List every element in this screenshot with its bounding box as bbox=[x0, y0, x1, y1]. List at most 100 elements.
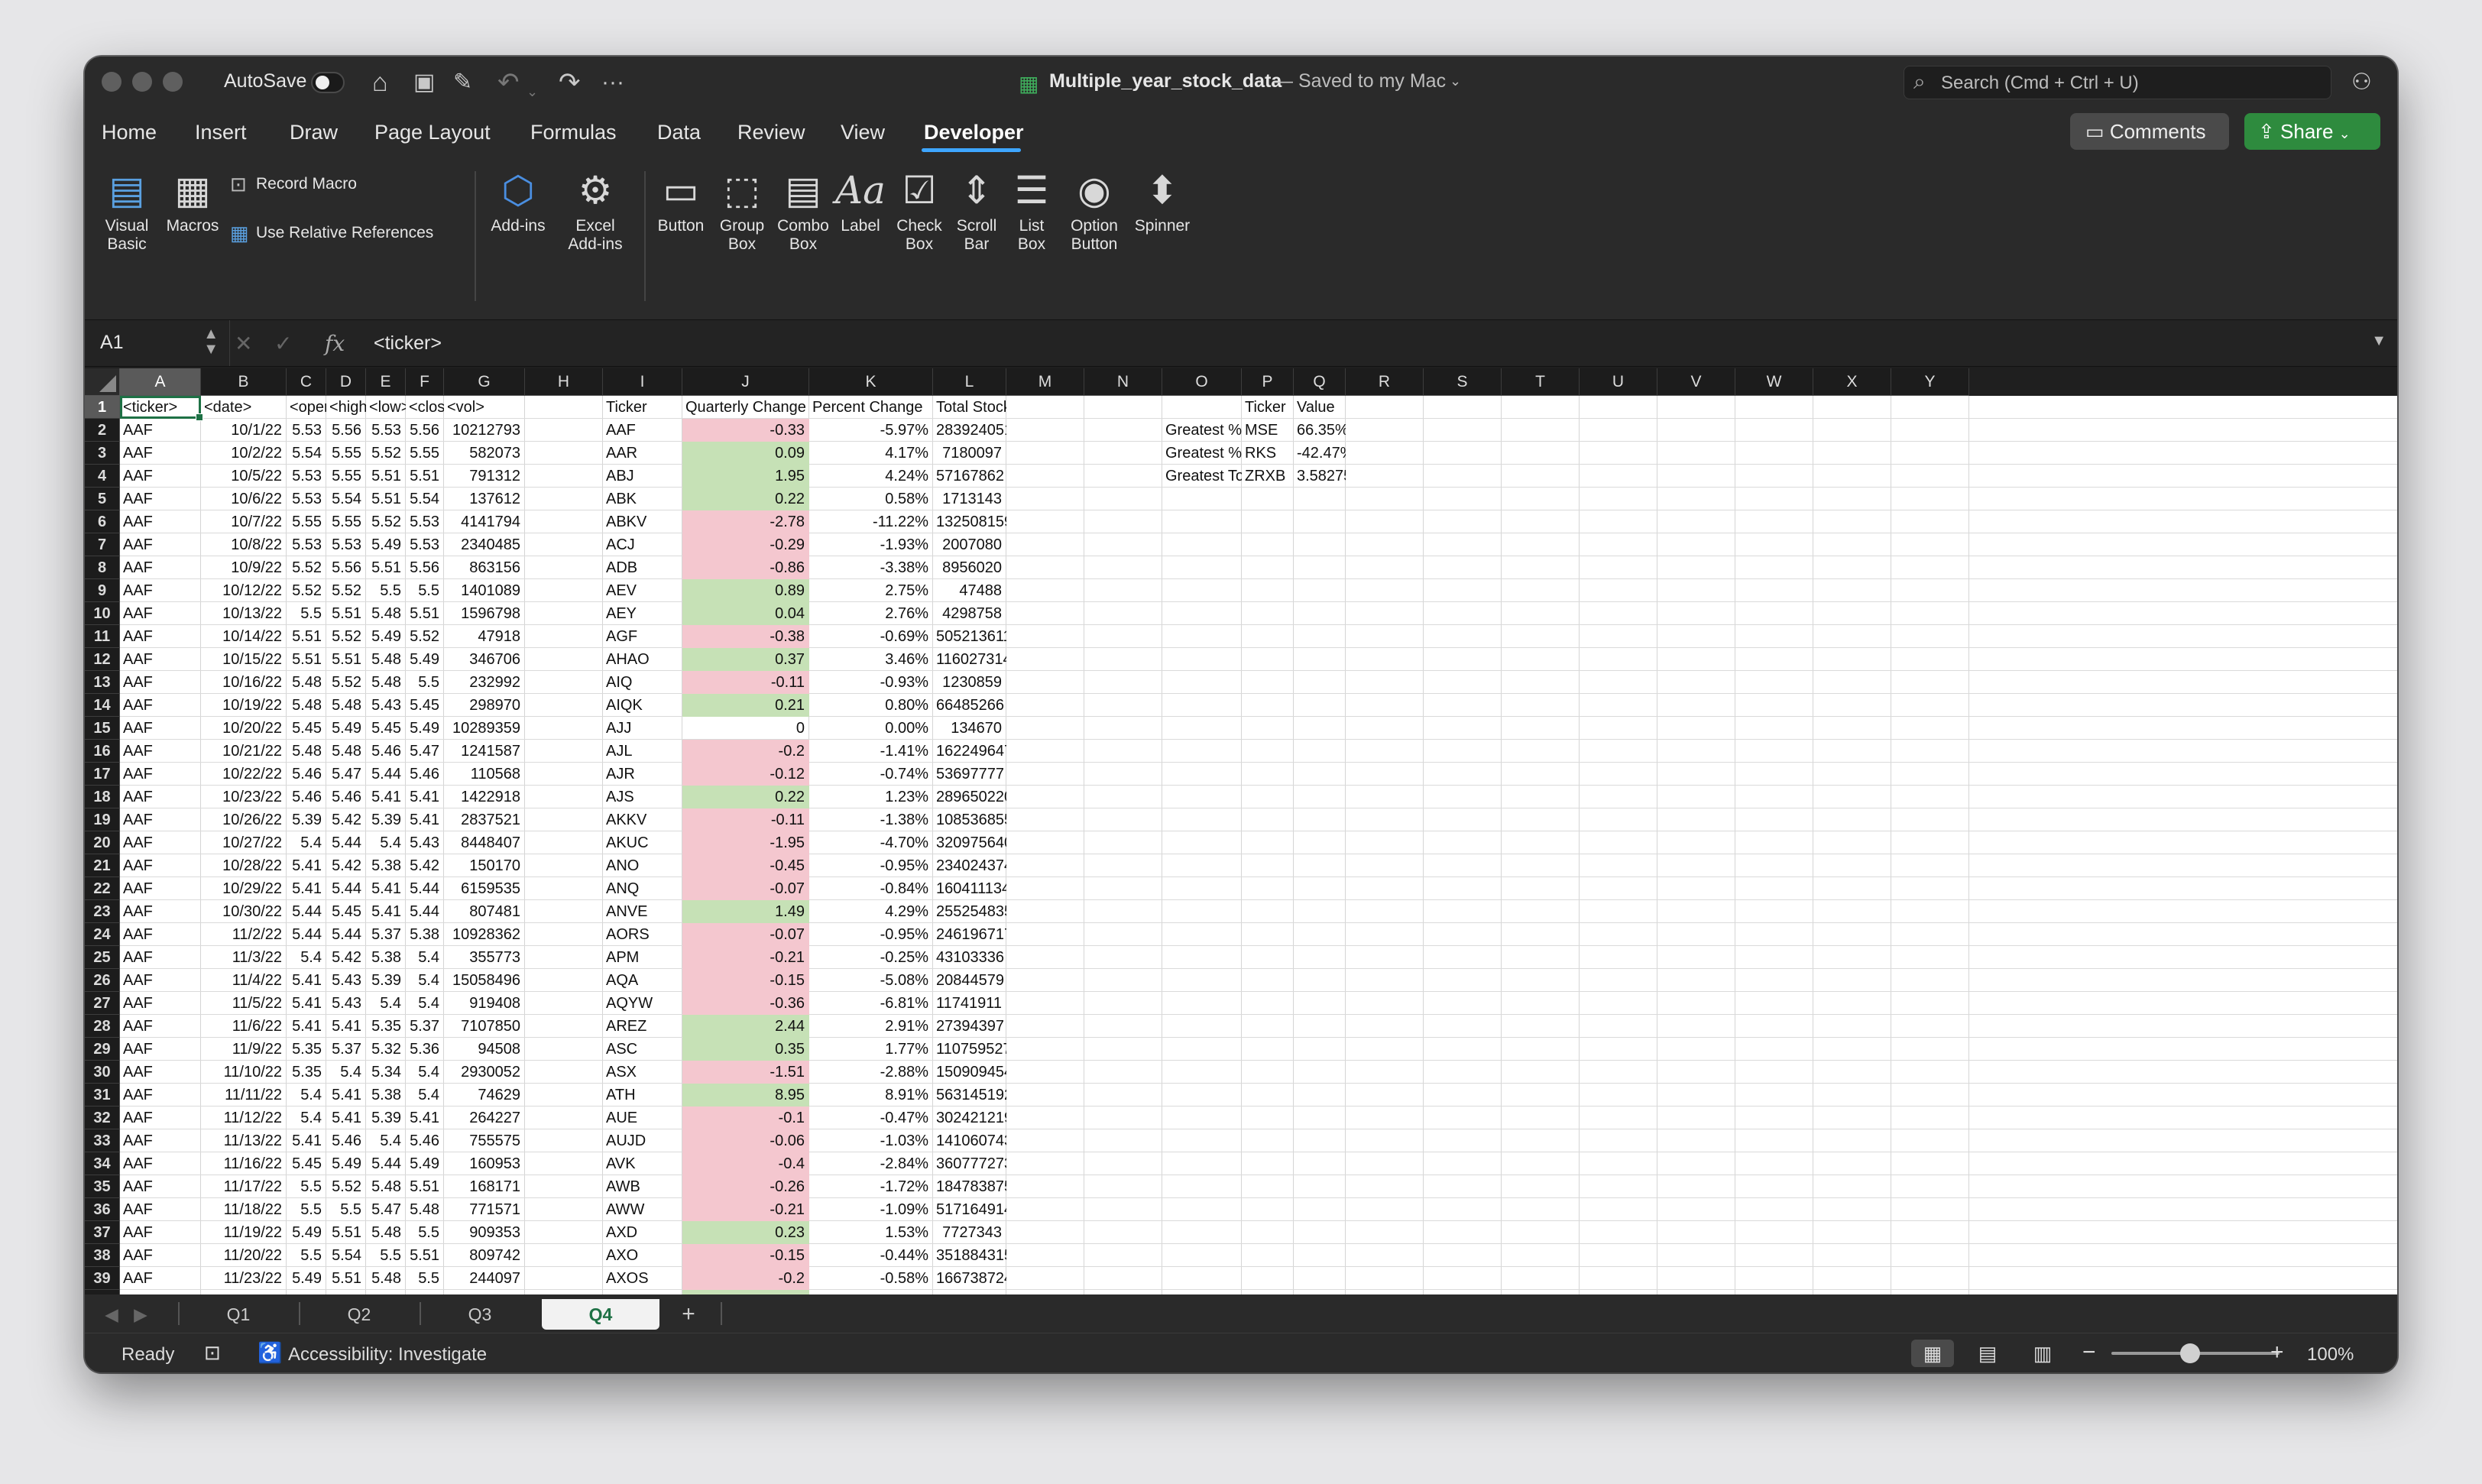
quarterly-change-cell[interactable]: -0.38 bbox=[682, 625, 809, 648]
more-icon[interactable]: ··· bbox=[601, 67, 624, 98]
summary-cell[interactable]: AGF bbox=[603, 625, 682, 648]
summary-cell[interactable]: 0.80% bbox=[809, 694, 933, 717]
data-cell[interactable]: 5.44 bbox=[326, 831, 366, 854]
column-header-q[interactable]: Q bbox=[1294, 368, 1346, 396]
data-cell[interactable]: 10/15/22 bbox=[201, 648, 287, 671]
data-cell[interactable]: AAF bbox=[120, 533, 201, 556]
control-combo-box[interactable]: ▤ Combo Box bbox=[773, 164, 834, 254]
data-cell[interactable]: 5.4 bbox=[287, 1107, 326, 1129]
row-header[interactable]: 8 bbox=[85, 556, 120, 579]
summary-cell[interactable]: 7180097 bbox=[933, 442, 1006, 465]
data-cell[interactable]: 5.48 bbox=[287, 694, 326, 717]
quarterly-change-cell[interactable]: 2.44 bbox=[682, 1015, 809, 1038]
summary-cell[interactable]: 57167862 bbox=[933, 465, 1006, 488]
column-header-f[interactable]: F bbox=[406, 368, 444, 396]
quarterly-change-cell[interactable]: 0.23 bbox=[682, 1221, 809, 1244]
data-cell[interactable]: 15058496 bbox=[444, 969, 525, 992]
data-cell[interactable]: 5.37 bbox=[366, 923, 406, 946]
data-cell[interactable]: 94508 bbox=[444, 1038, 525, 1061]
data-cell[interactable]: AAF bbox=[120, 786, 201, 808]
summary-cell[interactable]: AREZ bbox=[603, 1015, 682, 1038]
data-cell[interactable]: 5.39 bbox=[287, 808, 326, 831]
summary-cell[interactable]: 2.76% bbox=[809, 602, 933, 625]
quarterly-change-cell[interactable]: -0.29 bbox=[682, 533, 809, 556]
summary-cell[interactable]: 505213611 bbox=[933, 625, 1006, 648]
zoom-out-button[interactable]: − bbox=[2082, 1340, 2096, 1366]
summary-cell[interactable]: 0.00% bbox=[809, 717, 933, 740]
summary-cell[interactable]: AJS bbox=[603, 786, 682, 808]
data-cell[interactable]: 11/13/22 bbox=[201, 1129, 287, 1152]
data-cell[interactable]: AAF bbox=[120, 923, 201, 946]
data-cell[interactable]: 11/10/22 bbox=[201, 1061, 287, 1084]
column-header-m[interactable]: M bbox=[1006, 368, 1084, 396]
zoom-slider-thumb[interactable] bbox=[2180, 1343, 2200, 1363]
data-cell[interactable]: 5.44 bbox=[366, 1152, 406, 1175]
greatest-label-cell[interactable]: Greatest % Decrease bbox=[1162, 442, 1242, 465]
data-cell[interactable]: 5.51 bbox=[326, 1221, 366, 1244]
data-cell[interactable]: 5.53 bbox=[326, 533, 366, 556]
greatest-header-cell[interactable]: Value bbox=[1294, 396, 1346, 419]
data-cell[interactable]: 5.48 bbox=[326, 740, 366, 763]
row-header[interactable]: 26 bbox=[85, 969, 120, 992]
zoom-window-button[interactable] bbox=[163, 72, 183, 92]
row-header[interactable]: 25 bbox=[85, 946, 120, 969]
data-cell[interactable]: 11/17/22 bbox=[201, 1175, 287, 1198]
data-cell[interactable]: 5.35 bbox=[287, 1038, 326, 1061]
summary-cell[interactable]: AWB bbox=[603, 1175, 682, 1198]
greatest-ticker-cell[interactable]: ZRXB bbox=[1242, 465, 1294, 488]
summary-cell[interactable]: 3024212191 bbox=[933, 1107, 1006, 1129]
column-header-w[interactable]: W bbox=[1735, 368, 1813, 396]
quarterly-change-cell[interactable]: -0.86 bbox=[682, 556, 809, 579]
quarterly-change-cell[interactable]: -0.12 bbox=[682, 763, 809, 786]
data-cell[interactable]: 5.51 bbox=[326, 648, 366, 671]
summary-cell[interactable]: AWW bbox=[603, 1198, 682, 1221]
data-cell[interactable]: 11/23/22 bbox=[201, 1267, 287, 1290]
summary-cell[interactable]: 351884315 bbox=[933, 1244, 1006, 1267]
data-cell[interactable]: AAF bbox=[120, 1084, 201, 1107]
data-cell[interactable]: 5.32 bbox=[366, 1038, 406, 1061]
column-header-d[interactable]: D bbox=[326, 368, 366, 396]
data-cell[interactable]: 10/6/22 bbox=[201, 488, 287, 510]
summary-cell[interactable]: 141060743 bbox=[933, 1129, 1006, 1152]
tab-review[interactable]: Review bbox=[737, 121, 805, 144]
data-cell[interactable]: AAF bbox=[120, 1061, 201, 1084]
formula-input[interactable]: <ticker> bbox=[374, 332, 442, 355]
row-header[interactable]: 12 bbox=[85, 648, 120, 671]
data-cell[interactable]: 5.47 bbox=[366, 1198, 406, 1221]
control-button[interactable]: ▭ Button bbox=[650, 164, 711, 235]
summary-cell[interactable]: -11.22% bbox=[809, 510, 933, 533]
quarterly-change-cell[interactable]: -1.51 bbox=[682, 1061, 809, 1084]
summary-cell[interactable]: 234024374 bbox=[933, 854, 1006, 877]
data-cell[interactable]: 5.54 bbox=[326, 488, 366, 510]
data-cell[interactable]: 11/2/22 bbox=[201, 923, 287, 946]
summary-cell[interactable]: AIQ bbox=[603, 671, 682, 694]
summary-cell[interactable]: 66485266 bbox=[933, 694, 1006, 717]
row-header[interactable]: 3 bbox=[85, 442, 120, 465]
summary-cell[interactable]: ABK bbox=[603, 488, 682, 510]
quarterly-change-cell[interactable]: -0.36 bbox=[682, 992, 809, 1015]
data-cell[interactable]: 5.4 bbox=[406, 969, 444, 992]
sheet-tab-q2[interactable]: Q2 bbox=[302, 1299, 416, 1330]
summary-cell[interactable]: AAR bbox=[603, 442, 682, 465]
confirm-icon[interactable]: ✓ bbox=[274, 331, 292, 356]
data-cell[interactable]: 11/11/22 bbox=[201, 1084, 287, 1107]
data-cell[interactable]: 1596798 bbox=[444, 602, 525, 625]
next-sheet-icon[interactable]: ▶ bbox=[129, 1299, 152, 1330]
column-header-y[interactable]: Y bbox=[1891, 368, 1969, 396]
row-header[interactable]: 31 bbox=[85, 1084, 120, 1107]
data-cell[interactable]: 10/1/22 bbox=[201, 419, 287, 442]
summary-cell[interactable]: 289650220 bbox=[933, 786, 1006, 808]
quarterly-change-cell[interactable]: -0.4 bbox=[682, 1152, 809, 1175]
data-cell[interactable]: 5.53 bbox=[287, 533, 326, 556]
column-header-a[interactable]: A bbox=[120, 368, 201, 396]
row-header[interactable]: 17 bbox=[85, 763, 120, 786]
data-cell[interactable]: 809742 bbox=[444, 1244, 525, 1267]
data-cell[interactable]: 5.41 bbox=[366, 877, 406, 900]
data-cell[interactable]: 5.46 bbox=[287, 763, 326, 786]
data-cell[interactable]: 5.4 bbox=[406, 1061, 444, 1084]
summary-cell[interactable]: 1.23% bbox=[809, 786, 933, 808]
data-cell[interactable]: 807481 bbox=[444, 900, 525, 923]
data-cell[interactable]: 355773 bbox=[444, 946, 525, 969]
summary-cell[interactable]: 517164914 bbox=[933, 1198, 1006, 1221]
quarterly-change-cell[interactable]: -0.07 bbox=[682, 877, 809, 900]
